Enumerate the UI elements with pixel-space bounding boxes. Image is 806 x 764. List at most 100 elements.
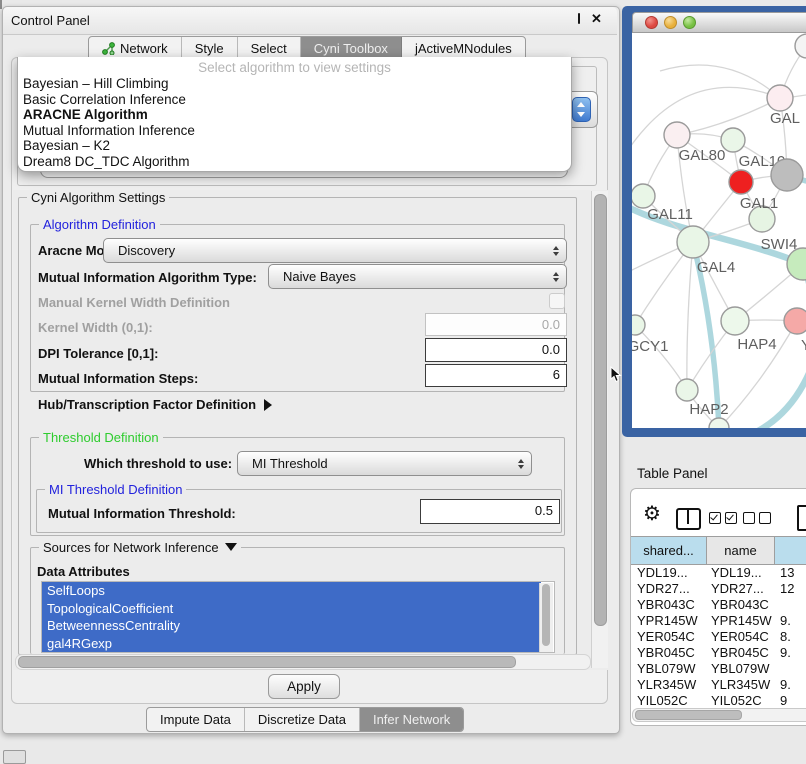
node-hap2[interactable]: [676, 379, 698, 401]
column-header-partial[interactable]: [775, 537, 806, 564]
tab-cyni-toolbox-label: Cyni Toolbox: [314, 41, 388, 56]
table-cell: YER054C: [707, 629, 775, 645]
table-row[interactable]: YER054CYER054C8.: [631, 629, 806, 645]
node-gal4[interactable]: [677, 226, 709, 258]
table-cell: YDR27...: [631, 581, 707, 597]
node-gcy1[interactable]: [632, 315, 645, 335]
table-row[interactable]: YIL052CYIL052C9: [631, 693, 806, 708]
kernel-width-label: Kernel Width (0,1):: [38, 320, 153, 335]
node-hap4-label: HAP4: [737, 336, 776, 353]
table-row[interactable]: YLR345WYLR345W9.: [631, 677, 806, 693]
kernel-width-field[interactable]: 0.0: [425, 313, 567, 336]
attribute-item[interactable]: gal4RGexp: [42, 635, 541, 653]
manual-kernel-checkbox[interactable]: [549, 293, 565, 309]
hub-definition-toggle[interactable]: Hub/Transcription Factor Definition: [38, 397, 272, 412]
node-red[interactable]: [729, 170, 753, 194]
node-pink[interactable]: [784, 308, 806, 334]
table-cell: 13: [775, 565, 806, 581]
attribute-item[interactable]: SelfLoops: [42, 582, 541, 600]
algorithm-option[interactable]: Mutual Information Inference: [18, 123, 571, 139]
settings-horizontal-scrollbar[interactable]: [15, 654, 591, 670]
node-gal11[interactable]: [632, 184, 655, 208]
minimize-traffic-light-icon[interactable]: [664, 16, 677, 29]
node-pink-label: Y: [801, 337, 806, 354]
hub-definition-label: Hub/Transcription Factor Definition: [38, 397, 256, 412]
node-gal10[interactable]: [721, 128, 745, 152]
algorithm-option[interactable]: Dream8 DC_TDC Algorithm: [18, 154, 571, 170]
tab-impute-data[interactable]: Impute Data: [147, 708, 245, 731]
gear-icon[interactable]: ⚙: [643, 503, 661, 525]
algorithm-definition-title: Algorithm Definition: [39, 217, 160, 232]
algorithm-option[interactable]: Bayesian – Hill Climbing: [18, 76, 571, 92]
network-view[interactable]: GALGAL80GAL10GAL1GAL11GAL4SWI4GCY1HAP4YH…: [632, 33, 806, 428]
table-cell: YDR27...: [707, 581, 775, 597]
select-all-columns-icon[interactable]: [709, 512, 737, 524]
mi-type-label: Mutual Information Algorithm Type:: [38, 270, 257, 285]
table-cell: YPR145W: [631, 613, 707, 629]
table-cell: YIL052C: [707, 693, 775, 708]
attribute-item[interactable]: BetweennessCentrality: [42, 617, 541, 635]
table-row[interactable]: YPR145WYPR145W9.: [631, 613, 806, 629]
table-cell: YBR045C: [631, 645, 707, 661]
node-gal7-label: GAL: [770, 110, 800, 127]
table-cell: YLR345W: [631, 677, 707, 693]
node-gal4-label: GAL4: [697, 259, 735, 276]
control-panel-title: Control Panel: [11, 13, 90, 28]
mi-steps-field[interactable]: 6: [425, 364, 567, 387]
apply-button[interactable]: Apply: [268, 674, 340, 699]
table-cell: [775, 661, 806, 677]
node-bottom-partial[interactable]: [709, 418, 729, 428]
table-row[interactable]: YBR043CYBR043C: [631, 597, 806, 613]
mi-type-select[interactable]: Naive Bayes: [268, 264, 567, 289]
table-cell: 9.: [775, 613, 806, 629]
node-gal11-label: GAL11: [647, 206, 693, 223]
data-attributes-list[interactable]: SelfLoops TopologicalCoefficient Between…: [41, 581, 555, 653]
table-rows[interactable]: YDL19...YDL19...13YDR27...YDR27...12YBR0…: [631, 565, 806, 708]
column-header-shared-name[interactable]: shared...: [631, 537, 707, 564]
mi-threshold-field[interactable]: 0.5: [420, 499, 560, 524]
mi-type-value: Naive Bayes: [283, 269, 356, 284]
threshold-definition-title: Threshold Definition: [39, 430, 163, 445]
node-hap4[interactable]: [721, 307, 749, 335]
tab-discretize-data[interactable]: Discretize Data: [245, 708, 360, 731]
close-icon[interactable]: ✕: [591, 14, 602, 23]
column-header-name[interactable]: name: [707, 537, 775, 564]
columns-icon[interactable]: [676, 508, 701, 530]
table-cell: YDL19...: [707, 565, 775, 581]
algorithm-option[interactable]: Basic Correlation Inference: [18, 92, 571, 108]
sources-title[interactable]: Sources for Network Inference: [39, 540, 241, 555]
table-row[interactable]: YBL079WYBL079W: [631, 661, 806, 677]
aracne-mode-select[interactable]: Discovery: [103, 238, 567, 263]
tab-infer-network[interactable]: Infer Network: [360, 708, 463, 731]
node-gal80[interactable]: [664, 122, 690, 148]
node-hap2-label: HAP2: [689, 401, 728, 418]
node-top-partial[interactable]: [795, 34, 806, 58]
algorithm-option-selected[interactable]: ARACNE Algorithm: [18, 107, 571, 123]
which-threshold-select[interactable]: MI Threshold: [237, 451, 532, 476]
deselect-all-columns-icon[interactable]: [743, 512, 771, 524]
table-row[interactable]: YDR27...YDR27...12: [631, 581, 806, 597]
close-traffic-light-icon[interactable]: [645, 16, 658, 29]
table-row[interactable]: YBR045CYBR045C9.: [631, 645, 806, 661]
zoom-traffic-light-icon[interactable]: [683, 16, 696, 29]
list-scrollbar[interactable]: [539, 583, 553, 652]
table-cell: 8.: [775, 629, 806, 645]
table-horizontal-scrollbar[interactable]: [632, 708, 806, 722]
table-cell: YBR045C: [707, 645, 775, 661]
table-cell: YBR043C: [631, 597, 707, 613]
attribute-item[interactable]: TopologicalCoefficient: [42, 600, 541, 618]
table-cell: YLR345W: [707, 677, 775, 693]
mi-threshold-label: Mutual Information Threshold:: [48, 506, 236, 521]
aracne-mode-value: Discovery: [118, 243, 175, 258]
node-gal7[interactable]: [767, 85, 793, 111]
network-icon: [102, 42, 115, 55]
float-window-icon[interactable]: [578, 13, 580, 24]
dpi-tolerance-field[interactable]: 0.0: [425, 338, 567, 362]
network-window-titlebar[interactable]: [632, 12, 806, 33]
node-gray[interactable]: [771, 159, 803, 191]
settings-vertical-scrollbar[interactable]: [591, 191, 608, 668]
table-row[interactable]: YDL19...YDL19...13: [631, 565, 806, 581]
dpi-tolerance-label: DPI Tolerance [0,1]:: [38, 346, 158, 361]
export-table-icon[interactable]: [797, 505, 806, 531]
algorithm-option[interactable]: Bayesian – K2: [18, 138, 571, 154]
